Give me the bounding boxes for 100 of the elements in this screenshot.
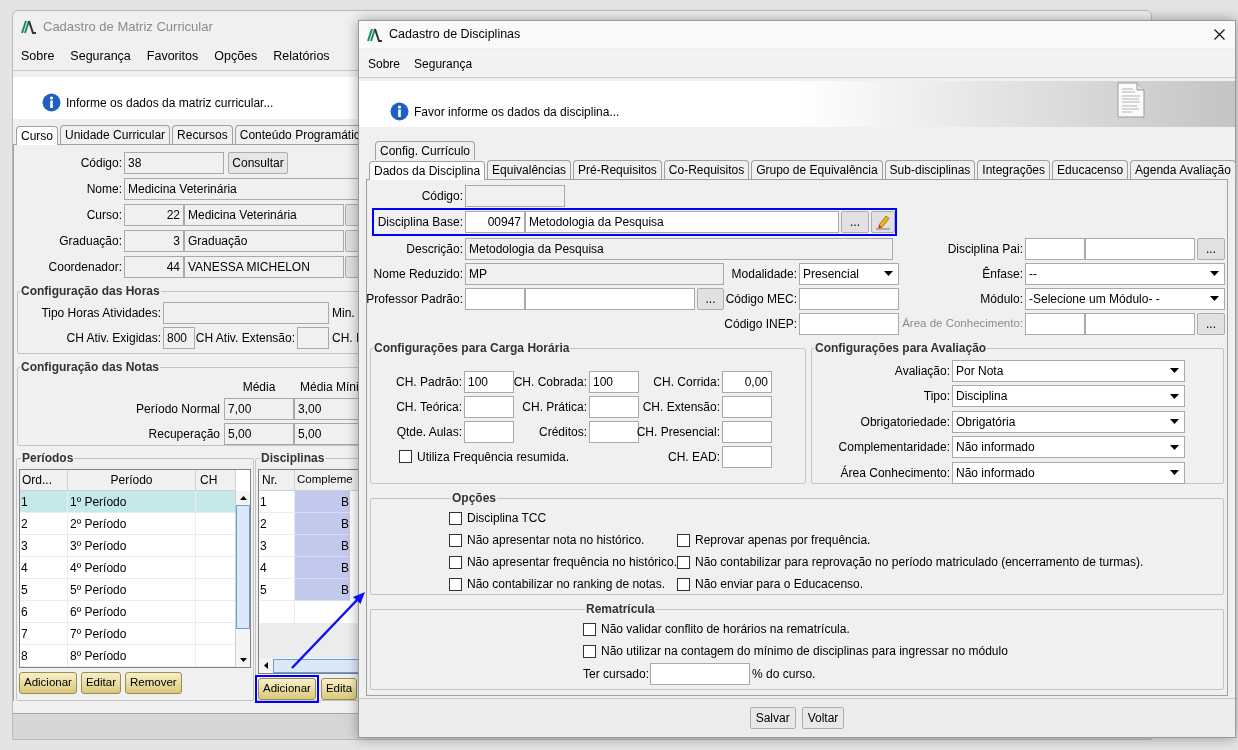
table-row[interactable]: 4 4º Período — [20, 557, 235, 579]
checkbox[interactable] — [583, 622, 596, 636]
input-field[interactable] — [464, 395, 514, 418]
input-field[interactable]: Medicina Veterinária — [184, 204, 344, 226]
input-field[interactable] — [163, 301, 329, 324]
tab[interactable]: Sub-disciplinas — [884, 160, 976, 179]
input-field[interactable] — [465, 287, 525, 310]
input-field[interactable] — [297, 326, 329, 349]
action-button[interactable]: Editar — [80, 672, 121, 694]
input-field[interactable]: Metodologia da Pesquisa — [465, 237, 893, 260]
table-row[interactable]: 3 3º Período — [20, 535, 235, 557]
checkbox[interactable] — [677, 555, 690, 569]
input-field[interactable] — [799, 287, 899, 310]
input-field[interactable] — [722, 420, 772, 443]
menu-item[interactable]: Segurança — [70, 46, 131, 66]
edit-button[interactable] — [871, 211, 895, 233]
input-field[interactable] — [589, 395, 639, 418]
dropdown[interactable]: -Selecione um Módulo- - — [1025, 287, 1225, 310]
menu-item[interactable]: Opções — [214, 46, 258, 66]
dropdown[interactable]: Presencial — [799, 262, 899, 285]
dialog-button[interactable]: Salvar — [749, 707, 796, 729]
checkbox[interactable] — [449, 555, 462, 569]
input-field[interactable]: 00947 — [465, 211, 525, 233]
tab[interactable]: Educacenso — [1052, 160, 1129, 179]
close-icon[interactable] — [1214, 29, 1225, 40]
dropdown[interactable]: Não informado — [952, 436, 1185, 459]
input-field[interactable]: 5,00 — [224, 422, 294, 445]
input-field[interactable] — [799, 312, 899, 335]
input-field[interactable]: 3 — [124, 230, 184, 252]
input-field[interactable] — [589, 420, 639, 443]
checkbox[interactable] — [449, 511, 462, 525]
consult-button[interactable]: Consultar — [228, 152, 288, 174]
tab[interactable]: Unidade Curricular — [60, 125, 171, 144]
tab[interactable]: Pré-Requisitos — [573, 160, 662, 179]
tab[interactable]: Config. Currículo — [375, 141, 476, 160]
input-field[interactable]: 0,00 — [722, 370, 772, 393]
menu-item[interactable]: Segurança — [414, 55, 473, 73]
action-button[interactable]: Edita — [320, 678, 358, 700]
tab[interactable]: Equivalências — [487, 160, 572, 179]
table-row[interactable]: 8 8º Período — [20, 645, 235, 667]
tab[interactable]: Agenda Avaliação — [1130, 160, 1236, 179]
menu-item[interactable]: Favoritos — [146, 46, 199, 66]
scrollbar[interactable] — [236, 491, 250, 667]
dropdown[interactable]: Não informado — [952, 461, 1185, 484]
checkbox[interactable] — [399, 450, 412, 463]
scroll-thumb[interactable] — [236, 505, 250, 629]
input-field[interactable]: 800 — [163, 326, 195, 349]
checkbox[interactable] — [449, 577, 462, 591]
table-row[interactable]: 6 6º Período — [20, 601, 235, 623]
column-header[interactable]: Nr. — [259, 470, 295, 490]
input-field[interactable]: 100 — [464, 370, 514, 393]
input-field[interactable]: 22 — [124, 204, 184, 226]
column-header[interactable]: Ord... — [20, 470, 68, 490]
checkbox[interactable] — [449, 533, 462, 547]
input-field[interactable] — [465, 184, 565, 207]
input-field[interactable] — [650, 663, 751, 685]
table-row[interactable]: 2 2º Período — [20, 513, 235, 535]
lookup-button[interactable]: ... — [841, 211, 869, 233]
input-field[interactable]: 44 — [124, 256, 184, 278]
input-field[interactable]: VANESSA MICHELON — [184, 256, 344, 278]
dropdown[interactable]: Disciplina — [952, 385, 1185, 408]
input-field[interactable]: MP — [465, 262, 724, 285]
table-row[interactable]: 7 7º Período — [20, 623, 235, 645]
dropdown[interactable]: -- — [1025, 262, 1225, 285]
lookup-button[interactable]: ... — [1197, 237, 1225, 260]
action-button[interactable]: Adicionar — [19, 672, 77, 694]
tab[interactable]: Dados da Disciplina — [369, 161, 486, 180]
input-field[interactable] — [1085, 237, 1195, 260]
checkbox[interactable] — [677, 533, 690, 547]
table-row[interactable]: 5 5º Período — [20, 579, 235, 601]
input-field[interactable]: Metodologia da Pesquisa — [525, 211, 839, 233]
menu-item[interactable]: Sobre — [368, 55, 401, 73]
column-header[interactable]: CH — [196, 470, 235, 490]
input-field[interactable] — [525, 287, 695, 310]
column-header[interactable]: Período — [68, 470, 196, 490]
input-field[interactable] — [464, 420, 514, 443]
action-button[interactable]: Remover — [125, 672, 182, 694]
action-button[interactable]: Adicionar — [258, 678, 316, 700]
input-field[interactable]: 7,00 — [224, 397, 294, 420]
column-header[interactable]: Compleme — [295, 470, 353, 490]
tab[interactable]: Recursos — [172, 125, 233, 144]
input-field[interactable] — [722, 395, 772, 418]
dialog-button[interactable]: Voltar — [801, 707, 845, 729]
input-field[interactable] — [722, 445, 772, 468]
input-field[interactable]: 38 — [124, 152, 224, 174]
input-field[interactable]: 3,00 — [294, 397, 360, 420]
input-field[interactable]: Graduação — [184, 230, 344, 252]
input-field[interactable] — [1025, 312, 1085, 335]
tab[interactable]: Co-Requisitos — [663, 160, 750, 179]
table-row[interactable]: 1 1º Período — [20, 491, 235, 513]
checkbox[interactable] — [583, 644, 596, 658]
input-field[interactable]: 100 — [589, 370, 639, 393]
menu-item[interactable]: Sobre — [21, 46, 55, 66]
tab[interactable]: Integrações — [977, 160, 1051, 179]
menu-item[interactable]: Relatórios — [273, 46, 330, 66]
lookup-button[interactable]: ... — [697, 287, 724, 310]
input-field[interactable] — [1025, 237, 1085, 260]
tab[interactable]: Curso — [16, 126, 58, 145]
dropdown[interactable]: Obrigatória — [952, 410, 1185, 433]
dropdown[interactable]: Por Nota — [952, 359, 1185, 382]
